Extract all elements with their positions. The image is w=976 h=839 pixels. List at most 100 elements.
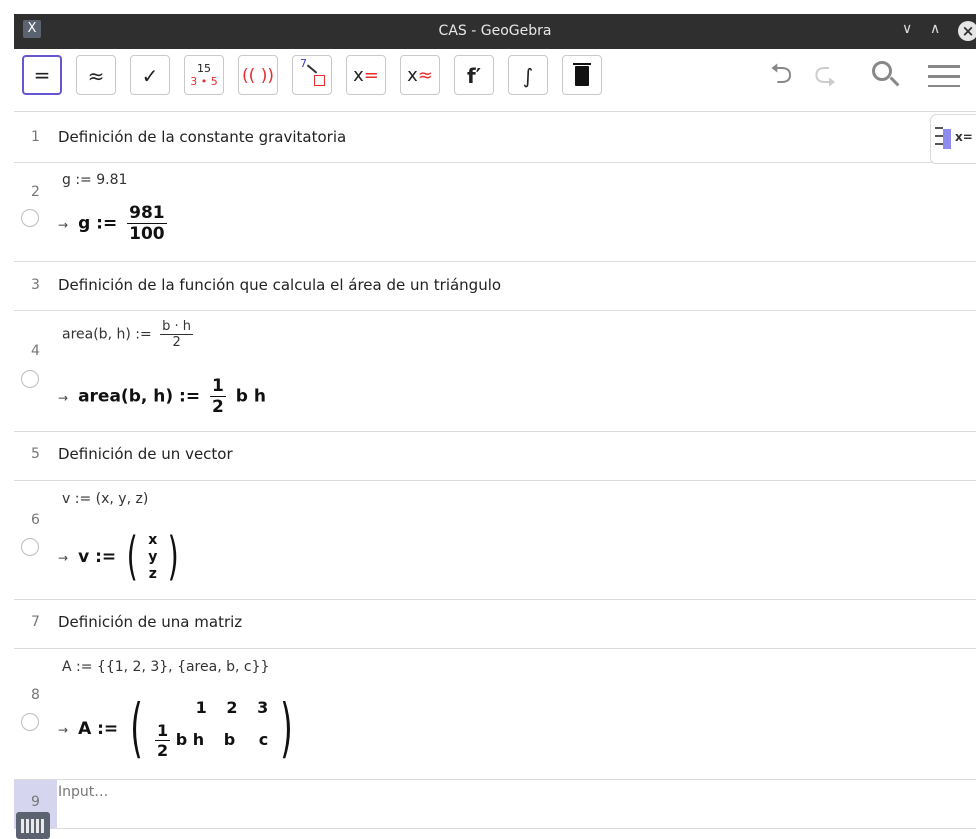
integral-label: ∫	[522, 64, 534, 88]
keep-input-button[interactable]: ✓	[130, 55, 170, 95]
factor-button[interactable]: 15 3 • 5	[184, 55, 224, 95]
solve-suffix: =	[363, 65, 379, 86]
fraction-denominator: 2	[212, 397, 224, 417]
row-number: 8	[31, 687, 40, 703]
output-arrow-icon: →	[58, 217, 69, 232]
row-number: 7	[31, 614, 40, 630]
matrix: 1 2 3 12 b h b c	[155, 698, 268, 760]
menu-icon[interactable]	[928, 65, 960, 87]
output-lhs: A :=	[78, 719, 119, 739]
row-number: 2	[31, 184, 40, 200]
visibility-toggle[interactable]	[21, 370, 39, 388]
integral-button[interactable]: ∫	[508, 55, 548, 95]
row-number: 6	[31, 512, 40, 528]
output-fraction: 981 100	[127, 203, 167, 244]
keyboard-keys	[21, 819, 45, 833]
factor-bottom: 3 • 5	[190, 75, 218, 88]
matrix-row: 12 b h b c	[155, 721, 268, 760]
row-text[interactable]: Definición de la función que calcula el …	[58, 276, 501, 294]
row-text[interactable]: Definición de la constante gravitatoria	[58, 128, 346, 146]
numeric-label: ≈	[87, 64, 105, 88]
matrix-entry: b h	[175, 730, 205, 749]
substitute-arrow-icon	[306, 64, 318, 74]
derivative-button[interactable]: f′	[454, 55, 494, 95]
delete-button[interactable]	[562, 55, 602, 95]
cas-row[interactable]: 2 g := 9.81 → g := 981 100	[14, 163, 976, 262]
fraction-denominator: 2	[157, 741, 169, 760]
keep-input-label: ✓	[141, 64, 159, 88]
nsolve-suffix: ≈	[417, 65, 433, 86]
expand-button[interactable]: (( ))	[238, 55, 278, 95]
evaluate-button[interactable]: =	[22, 55, 62, 95]
keyboard-icon[interactable]	[16, 812, 50, 839]
input-placeholder[interactable]: Input…	[58, 784, 108, 800]
substitute-button[interactable]: 7	[292, 55, 332, 95]
fraction-numerator: 1	[210, 376, 226, 397]
matrix-entry: 2	[226, 698, 238, 717]
fraction-numerator: 1	[155, 721, 171, 741]
row-text[interactable]: Definición de una matriz	[58, 613, 242, 631]
trash-lid-icon	[573, 63, 591, 65]
cas-row[interactable]: 5 Definición de un vector	[14, 432, 976, 481]
cas-row[interactable]: 3 Definición de la función que calcula e…	[14, 262, 976, 311]
cas-row[interactable]: 4 area(b, h) := b · h2 → area(b, h) := 12…	[14, 311, 976, 432]
matrix-fraction: 12	[155, 721, 171, 760]
row-text[interactable]: Definición de un vector	[58, 445, 233, 463]
matrix-entry: 1	[195, 698, 207, 717]
output-arrow-icon: →	[58, 551, 69, 565]
cas-row[interactable]: 7 Definición de una matriz	[14, 600, 976, 649]
output-arrow-icon: →	[58, 723, 69, 737]
row-number: 3	[31, 277, 40, 293]
solve-numerically-button[interactable]: x≈	[400, 55, 440, 95]
fraction-numerator: b · h	[160, 319, 194, 335]
cas-row-active[interactable]: 9 Input…	[14, 780, 976, 829]
output-lhs: g :=	[78, 213, 118, 234]
left-paren: (	[130, 692, 143, 766]
expand-label: (( ))	[242, 66, 274, 86]
input-lhs: area(b, h) :=	[62, 326, 152, 343]
cas-row[interactable]: 6 v := (x, y, z) → v := ( x y z )	[14, 481, 976, 600]
matrix-entry: 3	[257, 698, 269, 717]
row-input[interactable]: A := {{1, 2, 3}, {area, b, c}}	[62, 659, 269, 675]
left-paren: (	[126, 527, 138, 587]
algebra-view-label: x=	[955, 130, 973, 144]
visibility-toggle[interactable]	[21, 538, 39, 556]
visibility-toggle[interactable]	[21, 209, 39, 227]
row-input[interactable]: v := (x, y, z)	[62, 491, 148, 507]
row-input[interactable]: g := 9.81	[62, 172, 127, 188]
output-arrow-icon: →	[58, 390, 69, 405]
input-fraction: b · h2	[160, 319, 194, 350]
cas-row[interactable]: 8 A := {{1, 2, 3}, {area, b, c}} → A := (…	[14, 649, 976, 780]
vector-entry: y	[148, 548, 158, 565]
solve-button[interactable]: x=	[346, 55, 386, 95]
cas-row[interactable]: 1 Definición de la constante gravitatori…	[14, 112, 976, 163]
window-title: CAS - GeoGebra	[438, 23, 552, 39]
nsolve-label: x	[407, 65, 418, 86]
output-rest: b h	[235, 386, 266, 407]
undo-icon[interactable]: ⮌	[770, 59, 792, 89]
row-output: → area(b, h) := 12 b h	[58, 376, 266, 417]
output-fraction: 12	[210, 376, 226, 417]
visibility-toggle[interactable]	[21, 713, 39, 731]
matrix-entry: c	[258, 730, 269, 749]
algebra-view-button[interactable]: x=	[930, 114, 976, 164]
fraction-numerator: 981	[127, 203, 167, 224]
numeric-button[interactable]: ≈	[76, 55, 116, 95]
output-lhs: v :=	[78, 547, 117, 567]
row-input[interactable]: area(b, h) := b · h2	[62, 319, 197, 350]
right-paren: )	[167, 527, 180, 587]
maximize-icon[interactable]: ∧	[930, 21, 940, 37]
derivative-label: f′	[467, 64, 481, 88]
solve-label: x	[353, 65, 364, 86]
cas-toolbar: = ≈ ✓ 15 3 • 5 (( )) 7 x= x≈ f′ ∫ ⮌ ⮎	[14, 49, 976, 112]
minimize-icon[interactable]: ∨	[902, 21, 912, 37]
output-lhs: area(b, h) :=	[78, 386, 201, 407]
highlight-bar-icon	[943, 129, 951, 149]
redo-icon[interactable]: ⮎	[814, 59, 836, 89]
row-number: 5	[31, 446, 40, 462]
row-output: → v := ( x y z )	[58, 527, 184, 587]
matrix-entry: b	[223, 730, 236, 749]
evaluate-label: =	[33, 63, 51, 87]
row-output: → A := ( 1 2 3 12 b h b c )	[58, 693, 299, 765]
close-icon[interactable]: ×	[958, 21, 976, 41]
